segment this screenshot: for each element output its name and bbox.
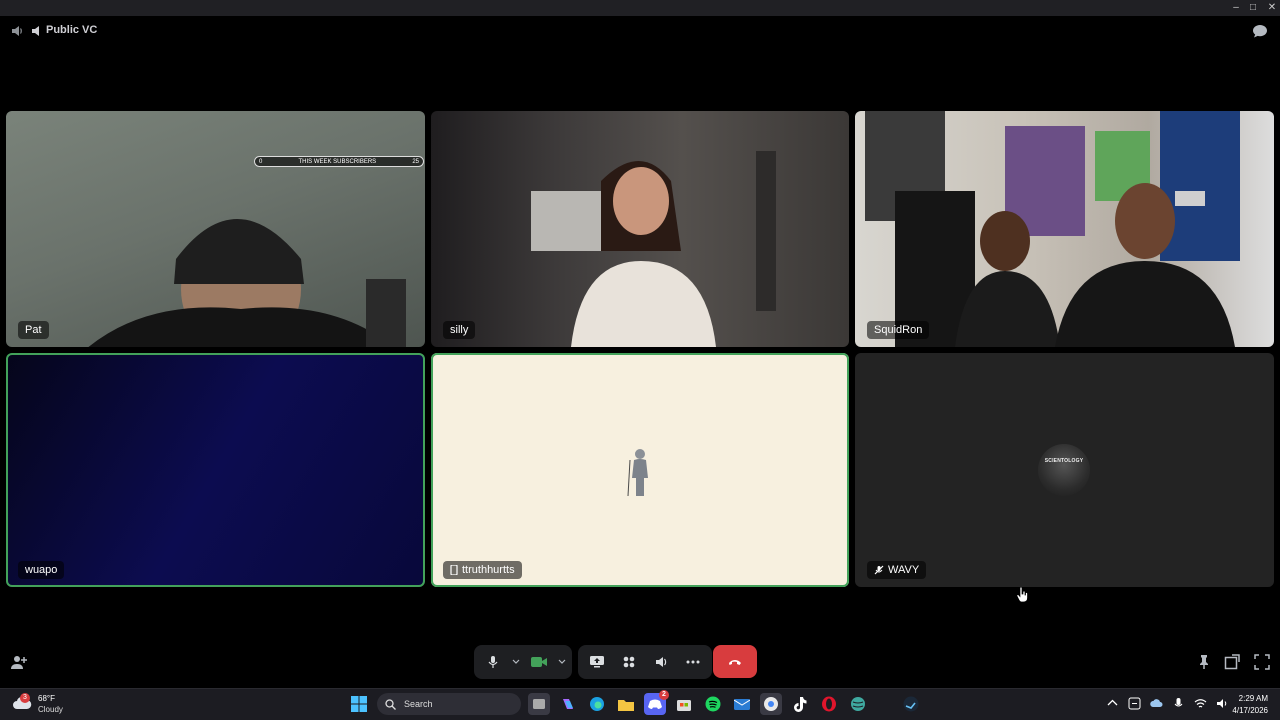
- activity-control-group: [578, 645, 712, 679]
- wifi-icon[interactable]: [1194, 697, 1207, 710]
- screen-share-icon: [590, 656, 604, 668]
- video-tile-ttruthhurtts[interactable]: ttruthhurtts: [431, 353, 849, 587]
- windows-taskbar: 3 68°F Cloudy Search 2 2:29 AM 4/17/2026: [0, 688, 1280, 720]
- activities-icon: [623, 656, 635, 668]
- muted-mic-icon: [874, 565, 884, 575]
- participant-name: SquidRon: [874, 324, 923, 336]
- participant-name: Pat: [25, 324, 42, 336]
- overlay-count-end: 25: [412, 158, 419, 165]
- avatar-label: SCIENTOLOGY: [1044, 458, 1084, 464]
- discord-badge: 2: [659, 690, 669, 700]
- voice-channel-icon: [32, 26, 39, 36]
- video-tile-wuapo[interactable]: wuapo: [6, 353, 425, 587]
- chat-icon[interactable]: [1252, 23, 1268, 39]
- taskbar-search[interactable]: Search: [377, 693, 521, 715]
- participant-name-tag: Pat: [18, 321, 49, 339]
- chevron-down-icon[interactable]: [512, 659, 520, 665]
- overlay-count-start: 0: [259, 158, 263, 165]
- shared-image: [627, 449, 648, 497]
- hang-up-icon: [729, 659, 741, 665]
- participant-name: wuapo: [25, 564, 58, 576]
- video-tile-pat[interactable]: 0 THIS WEEK SUBSCRIBERS 25 Pat: [6, 111, 425, 347]
- weather-widget[interactable]: 3 68°F Cloudy: [12, 693, 63, 715]
- participant-name-tag: ttruthhurtts: [443, 561, 522, 579]
- invite-icon[interactable]: [10, 654, 28, 670]
- soundboard-button[interactable]: [648, 649, 674, 675]
- call-controls: [474, 645, 712, 679]
- clock-time: 2:29 AM: [1238, 694, 1268, 703]
- ellipsis-icon: [686, 660, 700, 664]
- tiktok-icon[interactable]: [789, 693, 811, 715]
- participant-name-tag: SquidRon: [867, 321, 930, 339]
- fullscreen-icon[interactable]: [1254, 654, 1270, 670]
- overlay-title: THIS WEEK SUBSCRIBERS: [298, 158, 377, 165]
- spotify-icon[interactable]: [702, 693, 724, 715]
- file-explorer-icon[interactable]: [615, 693, 637, 715]
- pin-icon[interactable]: [1196, 654, 1212, 670]
- screen-share-button[interactable]: [584, 649, 610, 675]
- disconnect-button[interactable]: [713, 645, 757, 678]
- avatar: SCIENTOLOGY: [1038, 444, 1090, 496]
- soundboard-icon: [656, 657, 667, 667]
- camera-button[interactable]: [526, 649, 552, 675]
- globe-app-icon[interactable]: [847, 693, 869, 715]
- participant-name: WAVY: [888, 564, 920, 576]
- window-titlebar: – □ ✕: [0, 0, 1280, 16]
- weather-badge: 3: [20, 693, 30, 703]
- clock-date: 4/17/2026: [1232, 706, 1268, 715]
- opera-gx-icon[interactable]: [818, 693, 840, 715]
- copilot-icon[interactable]: [557, 693, 579, 715]
- more-options-button[interactable]: [680, 649, 706, 675]
- search-placeholder: Search: [404, 699, 433, 709]
- chrome-icon[interactable]: [760, 693, 782, 715]
- mail-icon[interactable]: [731, 693, 753, 715]
- close-button[interactable]: ✕: [1262, 0, 1280, 16]
- weather-temp: 68°F: [38, 694, 55, 703]
- volume-tray-icon[interactable]: [1216, 697, 1229, 710]
- participant-name: ttruthhurtts: [462, 564, 515, 576]
- system-tray: [1106, 697, 1229, 710]
- start-button[interactable]: [348, 693, 370, 715]
- participant-name-tag: silly: [443, 321, 476, 339]
- video-tile-wavy[interactable]: SCIENTOLOGY WAVY: [855, 353, 1274, 587]
- onedrive-icon[interactable]: [1150, 697, 1163, 710]
- hand-cursor-icon: [1016, 587, 1028, 603]
- weather-description: Cloudy: [38, 705, 63, 714]
- microphone-tray-icon[interactable]: [1172, 697, 1185, 710]
- video-tile-silly[interactable]: silly: [431, 111, 849, 347]
- participant-video: [865, 111, 1240, 347]
- participant-name-tag: wuapo: [18, 561, 65, 579]
- maximize-button[interactable]: □: [1243, 0, 1263, 16]
- mic-control-group: [474, 645, 572, 679]
- channel-header: Public VC: [0, 16, 1280, 46]
- camera-icon: [531, 657, 547, 667]
- popout-icon[interactable]: [1224, 654, 1240, 670]
- search-icon: [385, 698, 396, 710]
- system-clock[interactable]: 2:29 AM 4/17/2026: [1232, 693, 1268, 717]
- chevron-down-icon[interactable]: [558, 659, 566, 665]
- participant-name: silly: [450, 324, 469, 336]
- microsoft-store-icon[interactable]: [673, 693, 695, 715]
- channel-name: Public VC: [46, 24, 98, 36]
- sync-icon[interactable]: [1128, 697, 1141, 710]
- video-tile-squidron[interactable]: SquidRon: [855, 111, 1274, 347]
- activities-button[interactable]: [616, 649, 642, 675]
- volume-icon[interactable]: [10, 24, 24, 38]
- task-view-icon[interactable]: [528, 693, 550, 715]
- discord-icon[interactable]: 2: [644, 690, 669, 715]
- steam-icon[interactable]: [900, 693, 922, 715]
- stream-overlay: 0 THIS WEEK SUBSCRIBERS 25: [254, 156, 424, 167]
- participant-video: [531, 151, 776, 347]
- edge-icon[interactable]: [586, 693, 608, 715]
- participant-video: [88, 219, 406, 347]
- mobile-icon: [450, 565, 458, 575]
- windows-logo-icon: [351, 696, 367, 712]
- cloud-icon: 3: [12, 693, 32, 713]
- microphone-icon: [488, 656, 498, 668]
- microphone-button[interactable]: [480, 649, 506, 675]
- participant-name-tag: WAVY: [867, 561, 927, 579]
- chevron-up-icon[interactable]: [1106, 697, 1119, 710]
- taskbar-apps: Search 2: [348, 690, 922, 715]
